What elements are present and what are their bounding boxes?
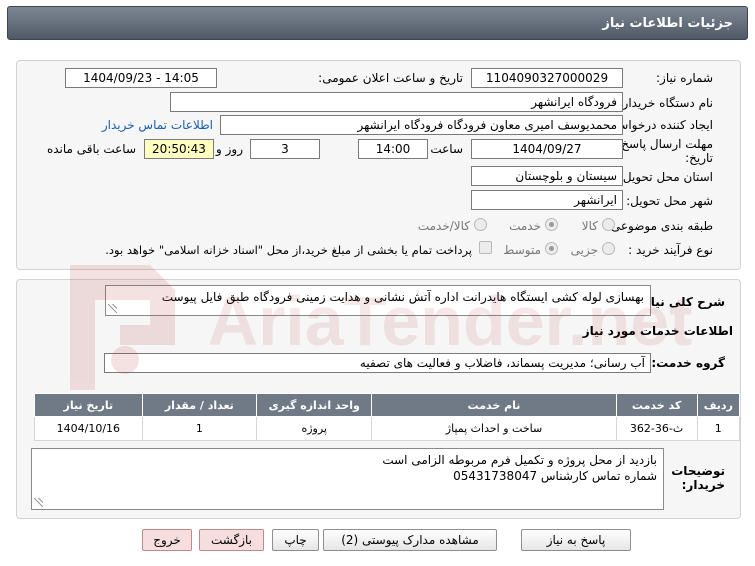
category-option-service: خدمت	[509, 219, 541, 233]
announce-datetime-label: تاریخ و ساعت اعلان عمومی:	[318, 71, 463, 85]
col-row: ردیف	[696, 393, 741, 417]
buyer-notes-textarea[interactable]: بازدید از محل پروژه و تکمیل فرم مربوطه ا…	[31, 448, 664, 510]
summary-textarea[interactable]: بهسازی لوله کشی ایستگاه هایدرانت اداره آ…	[105, 285, 651, 316]
services-info-title: اطلاعات خدمات مورد نیاز	[582, 324, 733, 338]
days-label: روز و	[216, 142, 243, 156]
col-service-name: نام خدمت	[371, 393, 617, 417]
process-option-minor: جزیی	[570, 243, 598, 257]
days-remaining-field: 3	[250, 139, 320, 159]
process-option-medium: متوسط	[503, 243, 541, 257]
process-label: نوع فرآیند خرید :	[628, 243, 713, 257]
treasury-checkbox[interactable]	[479, 241, 492, 254]
process-radio-minor[interactable]	[602, 242, 615, 255]
attachments-button[interactable]: مشاهده مدارک پیوستی (2)	[323, 529, 497, 551]
print-button[interactable]: چاپ	[272, 529, 319, 551]
back-button[interactable]: بازگشت	[199, 529, 264, 551]
cell-service-name: ساخت و احداث پمپاژ	[371, 416, 617, 441]
cell-row: 1	[696, 416, 741, 441]
announce-datetime-field: 1404/09/23 - 14:05	[65, 68, 217, 88]
remaining-time-field: 20:50:43	[144, 139, 214, 159]
reply-button[interactable]: پاسخ به نیاز	[521, 529, 631, 551]
col-quantity: تعداد / مقدار	[141, 393, 258, 417]
need-number-label: شماره نیاز:	[656, 71, 713, 85]
deadline-time-field: 14:00	[358, 139, 428, 159]
category-radio-service[interactable]	[545, 218, 558, 231]
buyer-org-label: نام دستگاه خریدار:	[618, 96, 714, 110]
buyer-notes-line1: بازدید از محل پروژه و تکمیل فرم مربوطه ا…	[382, 453, 657, 467]
province-field: سیستان و بلوچستان	[471, 166, 623, 186]
services-table: ردیف کد خدمت نام خدمت واحد اندازه گیری ت…	[34, 393, 741, 441]
category-option-goods-service: کالا/خدمت	[417, 219, 470, 233]
col-unit: واحد اندازه گیری	[255, 393, 373, 417]
cell-need-date: 1404/10/16	[34, 416, 143, 441]
table-header-row: ردیف کد خدمت نام خدمت واحد اندازه گیری ت…	[34, 393, 741, 417]
buyer-contact-link[interactable]: اطلاعات تماس خریدار	[102, 118, 213, 132]
category-radio-goods[interactable]	[602, 218, 615, 231]
category-label: طبقه بندی موضوعی:	[606, 219, 713, 233]
process-radio-medium[interactable]	[545, 242, 558, 255]
page-header: جزئیات اطلاعات نیاز	[7, 6, 748, 40]
category-option-goods: کالا	[581, 219, 598, 233]
deadline-date-field: 1404/09/27	[471, 139, 623, 159]
remaining-label: ساعت باقی مانده	[46, 142, 136, 156]
buyer-notes-label-line2: خریدار:	[681, 478, 725, 492]
requester-field: محمدیوسف امیری معاون فرودگاه فرودگاه ایر…	[220, 115, 623, 135]
col-need-date: تاریخ نیاز	[34, 393, 143, 417]
resize-handle-icon[interactable]	[34, 498, 43, 507]
service-group-field: آب رسانی؛ مدیریت پسماند، فاضلاب و فعالیت…	[104, 353, 651, 373]
summary-text: بهسازی لوله کشی ایستگاه هایدرانت اداره آ…	[161, 290, 644, 304]
cell-unit: پروژه	[255, 416, 373, 441]
deadline-time-label: ساعت	[430, 142, 463, 156]
table-row[interactable]: 1 ث-36-362 ساخت و احداث پمپاژ پروژه 1 14…	[34, 416, 741, 441]
page-title: جزئیات اطلاعات نیاز	[602, 15, 733, 31]
need-number-field: 1104090327000029	[471, 68, 623, 88]
city-field: ایرانشهر	[471, 190, 623, 210]
buyer-notes-label-line1: توضیحات	[671, 464, 725, 478]
city-label: شهر محل تحویل:	[626, 194, 713, 208]
summary-label: شرح کلی نیاز:	[639, 295, 725, 309]
service-group-label: گروه خدمت:	[651, 356, 725, 370]
exit-button[interactable]: خروج	[142, 529, 192, 551]
col-service-code: کد خدمت	[615, 393, 698, 417]
resize-handle-icon[interactable]	[108, 304, 117, 313]
treasury-note: پرداخت تمام یا بخشی از مبلغ خرید،از محل …	[105, 243, 472, 257]
buyer-org-field: فرودگاه ایرانشهر	[170, 92, 623, 112]
cell-service-code: ث-36-362	[615, 416, 698, 441]
deadline-label-line2: تاریخ:	[685, 151, 713, 165]
cell-quantity: 1	[141, 416, 258, 441]
category-radio-goods-service[interactable]	[474, 218, 487, 231]
province-label: استان محل تحویل:	[618, 170, 713, 184]
buyer-notes-line2: شماره تماس کارشناس 05431738047	[453, 469, 657, 483]
